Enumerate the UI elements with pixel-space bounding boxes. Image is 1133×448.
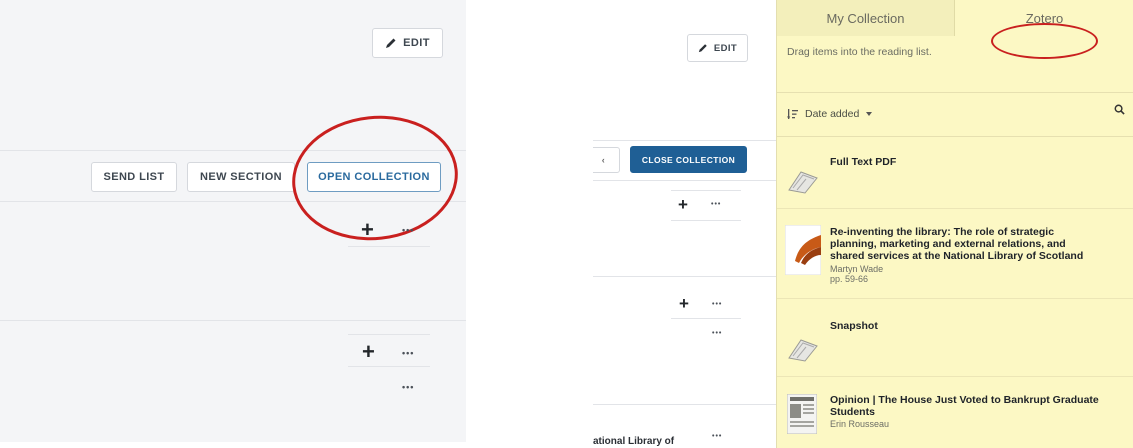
pencil-icon bbox=[386, 38, 396, 48]
close-collection-button[interactable]: CLOSE COLLECTION bbox=[630, 146, 747, 173]
add-item-button[interactable]: + bbox=[362, 341, 375, 363]
add-item-button[interactable]: + bbox=[679, 295, 689, 312]
section-divider bbox=[593, 404, 776, 405]
more-options-button[interactable]: ••• bbox=[402, 383, 414, 392]
more-options-button[interactable]: ••• bbox=[712, 330, 722, 337]
truncated-item-text: ational Library of bbox=[593, 436, 675, 447]
cover-thumbnail bbox=[785, 225, 821, 275]
section-divider bbox=[0, 320, 466, 321]
left-screenshot: EDIT SEND LIST NEW SECTION OPEN COLLECTI… bbox=[0, 0, 466, 442]
tab-zotero-label: Zotero bbox=[1025, 10, 1064, 26]
close-collection-label: CLOSE COLLECTION bbox=[641, 154, 736, 165]
edit-button[interactable]: EDIT bbox=[372, 28, 443, 58]
send-list-button[interactable]: SEND LIST bbox=[91, 162, 177, 192]
search-icon[interactable] bbox=[1114, 104, 1125, 115]
more-options-button[interactable]: ••• bbox=[402, 226, 414, 235]
item-title: Full Text PDF bbox=[830, 156, 897, 168]
more-options-button[interactable]: ••• bbox=[402, 349, 414, 358]
item-title: Snapshot bbox=[830, 320, 878, 332]
more-options-button[interactable]: ••• bbox=[711, 201, 721, 208]
section-divider bbox=[593, 276, 776, 277]
tab-my-collection-label: My Collection bbox=[826, 10, 905, 26]
toolbar-bottom-divider bbox=[593, 180, 776, 181]
item-pages: pp. 59-66 bbox=[830, 274, 869, 284]
right-screenshot: EDIT ‹ CLOSE COLLECTION + ••• + ••• ••• … bbox=[593, 0, 1133, 448]
row-divider bbox=[348, 334, 430, 335]
edit-label: EDIT bbox=[403, 37, 430, 49]
previous-button[interactable]: ‹ bbox=[593, 147, 620, 173]
sort-label: Date added bbox=[805, 108, 860, 120]
item-title-line: Opinion | The House Just Voted to Bankru… bbox=[830, 394, 1099, 406]
toolbar-bottom-divider bbox=[0, 201, 466, 202]
open-collection-button[interactable]: OPEN COLLECTION bbox=[307, 162, 441, 192]
item-title-line: planning, marketing and external relatio… bbox=[830, 238, 1066, 250]
pencil-icon bbox=[698, 44, 707, 53]
collection-panel: My Collection Zotero Drag items into the… bbox=[776, 0, 1133, 448]
edit-button[interactable]: EDIT bbox=[687, 34, 748, 62]
sort-divider bbox=[777, 136, 1133, 137]
newspaper-thumbnail bbox=[787, 394, 817, 434]
item-divider bbox=[777, 376, 1133, 377]
item-divider bbox=[777, 298, 1133, 299]
open-collection-label: OPEN COLLECTION bbox=[318, 171, 430, 183]
row-divider bbox=[671, 190, 741, 191]
item-divider bbox=[777, 208, 1133, 209]
add-item-button[interactable]: + bbox=[678, 196, 688, 213]
item-title-line: Students bbox=[830, 406, 875, 418]
row-divider bbox=[348, 246, 430, 247]
tab-zotero[interactable]: Zotero bbox=[955, 0, 1133, 36]
add-item-button[interactable]: + bbox=[361, 219, 374, 241]
toolbar-top-divider bbox=[593, 140, 776, 141]
more-options-button[interactable]: ••• bbox=[712, 433, 722, 440]
attachment-thumbnail bbox=[788, 339, 818, 362]
sort-icon bbox=[787, 109, 798, 119]
toolbar-top-divider bbox=[0, 150, 466, 151]
edit-label: EDIT bbox=[713, 42, 738, 54]
send-list-label: SEND LIST bbox=[103, 171, 165, 183]
collection-tabs: My Collection Zotero bbox=[777, 0, 1133, 59]
more-options-button[interactable]: ••• bbox=[712, 301, 722, 308]
new-section-label: NEW SECTION bbox=[199, 171, 282, 183]
row-divider bbox=[671, 318, 741, 319]
hint-divider bbox=[777, 92, 1133, 93]
caret-down-icon bbox=[866, 112, 873, 116]
previous-icon: ‹ bbox=[601, 155, 606, 165]
item-title-line: shared services at the National Library … bbox=[830, 250, 1084, 262]
item-author: Erin Rousseau bbox=[830, 419, 890, 429]
row-divider bbox=[671, 220, 741, 221]
item-author: Martyn Wade bbox=[830, 264, 884, 274]
sort-dropdown[interactable]: Date added bbox=[787, 108, 873, 120]
tab-my-collection[interactable]: My Collection bbox=[777, 0, 955, 36]
new-section-button[interactable]: NEW SECTION bbox=[187, 162, 295, 192]
row-divider bbox=[348, 366, 430, 367]
item-title-line: Re-inventing the library: The role of st… bbox=[830, 226, 1055, 238]
attachment-thumbnail bbox=[788, 171, 818, 194]
drag-hint: Drag items into the reading list. bbox=[787, 46, 932, 58]
